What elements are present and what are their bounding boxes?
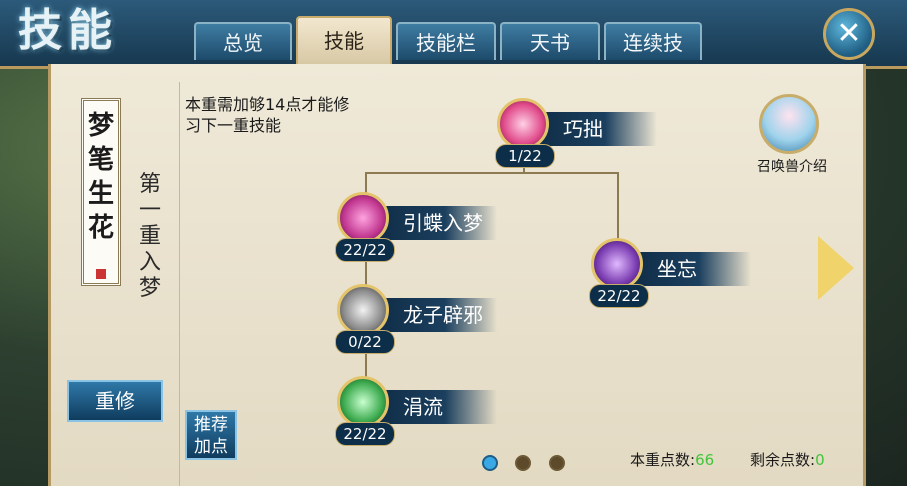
tab-overview[interactable]: 总览 [194, 22, 292, 60]
stage-points-label: 本重点数: [630, 451, 696, 469]
close-icon: ✕ [836, 16, 862, 51]
school-scroll: 梦笔生花 [81, 98, 121, 286]
purple-shard-icon [591, 238, 643, 290]
summon-label: 召唤兽介绍 [757, 159, 827, 175]
grey-dragon-icon [337, 284, 389, 336]
skill-name: 龙子辟邪 [403, 303, 483, 327]
skill-level-count: 22/22 [589, 284, 649, 308]
summon-intro-button[interactable]: 召唤兽介绍 [755, 94, 827, 175]
scroll-title: 梦笔生花 [87, 111, 114, 243]
next-page-arrow-icon[interactable] [818, 236, 854, 300]
header-bar: 技能 总览 技能 技能栏 天书 连续技 ✕ [0, 0, 907, 69]
tab-skills[interactable]: 技能 [296, 16, 392, 64]
stage-points-value: 66 [695, 451, 715, 469]
recommend-points-button[interactable]: 推荐加点 [185, 410, 237, 460]
connector-line [617, 172, 619, 242]
skill-node-juanliu[interactable]: 涓流 22/22 [331, 376, 501, 448]
pink-crystal-icon [497, 98, 549, 150]
skill-node-yindie[interactable]: 引蝶入梦 22/22 [331, 192, 501, 264]
green-figure-icon [337, 376, 389, 428]
stage-label: 第一重入梦 [138, 172, 161, 301]
skill-panel: 梦笔生花 第一重入梦 重修 本重需加够14点才能修习下一重技能 巧拙 1/22 … [48, 64, 866, 486]
skill-node-longzi[interactable]: 龙子辟邪 0/22 [331, 284, 501, 356]
skill-node-qiaozhuo[interactable]: 巧拙 1/22 [491, 98, 661, 170]
page-dot[interactable] [482, 455, 498, 471]
page-dot[interactable] [549, 455, 565, 471]
remaining-points-label: 剩余点数: [750, 451, 816, 469]
reset-button[interactable]: 重修 [67, 380, 163, 422]
remaining-points-value: 0 [815, 451, 825, 469]
summon-portrait-icon [759, 94, 819, 154]
tab-skill-bar[interactable]: 技能栏 [396, 22, 496, 60]
remaining-points: 剩余点数:0 [750, 449, 825, 470]
requirement-text: 本重需加够14点才能修习下一重技能 [185, 95, 350, 135]
skill-level-count: 1/22 [495, 144, 555, 168]
stage-points: 本重点数:66 [630, 449, 714, 470]
skill-name: 引蝶入梦 [403, 211, 483, 235]
skill-level-count: 0/22 [335, 330, 395, 354]
tab-heavenly-book[interactable]: 天书 [500, 22, 600, 60]
skill-name: 坐忘 [657, 257, 697, 281]
skill-level-count: 22/22 [335, 238, 395, 262]
tab-combo-skill[interactable]: 连续技 [604, 22, 702, 60]
skill-name: 巧拙 [563, 117, 603, 141]
skill-node-zuowang[interactable]: 坐忘 22/22 [585, 238, 755, 310]
connector-line [365, 172, 619, 174]
close-button[interactable]: ✕ [823, 8, 875, 60]
page-dot[interactable] [515, 455, 531, 471]
skill-level-count: 22/22 [335, 422, 395, 446]
seal-stamp [96, 269, 106, 279]
butterfly-icon [337, 192, 389, 244]
connector-line [365, 172, 367, 194]
page-title: 技能 [18, 5, 118, 56]
skill-name: 涓流 [403, 395, 443, 419]
